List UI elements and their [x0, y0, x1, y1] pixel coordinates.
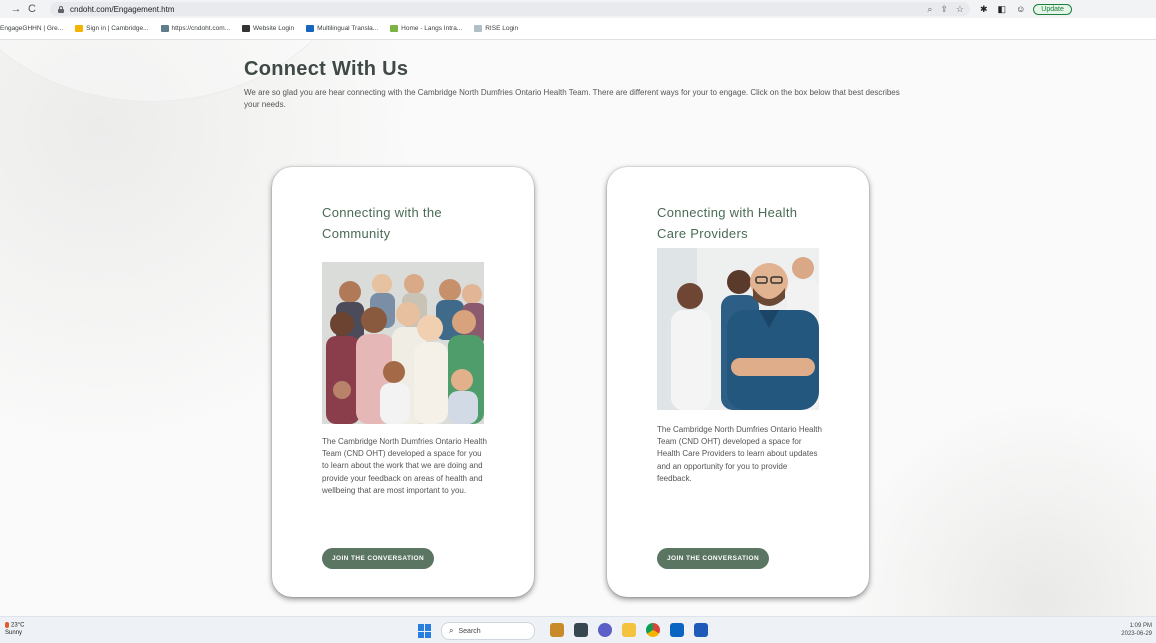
- profile-icon[interactable]: ☺: [1016, 4, 1025, 15]
- bookmark-label: EngageGHHN | Gre...: [0, 25, 64, 32]
- bookmark-item[interactable]: https://cndoht.com...: [160, 25, 231, 32]
- extensions-icon[interactable]: ✱: [980, 4, 988, 15]
- health-care-providers-photo: [657, 248, 819, 410]
- weather-text: Sunny: [5, 629, 23, 636]
- bookmark-label: Multilingual Transla...: [317, 25, 379, 32]
- bookmark-star-icon[interactable]: ☆: [956, 4, 964, 15]
- file-explorer-icon[interactable]: [622, 623, 636, 637]
- community-card: Connecting with the Community The Cambri…: [272, 167, 534, 597]
- search-icon: ⌕: [449, 626, 454, 635]
- bookmark-label: Website Login: [253, 25, 295, 32]
- bookmark-favicon-icon: [75, 25, 84, 32]
- temperature-text: 23°C: [11, 622, 25, 629]
- bookmark-favicon-icon: [306, 25, 315, 32]
- reload-icon[interactable]: C: [24, 3, 40, 15]
- bookmark-favicon-icon: [160, 25, 169, 32]
- outlook-icon[interactable]: [670, 623, 684, 637]
- weather-widget[interactable]: 23°C Sunny: [5, 622, 24, 637]
- chat-app-icon[interactable]: [598, 623, 612, 637]
- search-placeholder: Search: [458, 627, 481, 635]
- clock-date: 2023-06-29: [1121, 631, 1152, 637]
- page-title: Connect With Us: [244, 58, 409, 80]
- bookmark-item[interactable]: RISE Login: [474, 25, 518, 32]
- taskbar: 23°C Sunny ⌕ Search 1:09 PM 2023-06-29: [0, 616, 1156, 643]
- system-clock[interactable]: 1:09 PM 2023-06-29: [1121, 622, 1152, 638]
- card-title: Connecting with the Community: [322, 205, 442, 241]
- forward-icon[interactable]: →: [8, 3, 24, 15]
- lock-icon: [58, 6, 64, 13]
- bookmarks-bar: EngageGHHN | Gre... Sign in | Cambridge.…: [0, 18, 1156, 40]
- browser-toolbar: → C cndoht.com/Engagement.htm ⌕ ⇪ ☆ ✱ ◧ …: [0, 0, 1156, 18]
- share-icon[interactable]: ⇪: [940, 4, 948, 15]
- bookmark-label: Home - Langs Intra...: [401, 25, 463, 32]
- chrome-icon[interactable]: [646, 623, 660, 637]
- address-bar[interactable]: cndoht.com/Engagement.htm ⌕ ⇪ ☆: [50, 2, 970, 16]
- task-view-icon[interactable]: [574, 623, 588, 637]
- card-description: The Cambridge North Dumfries Ontario Hea…: [657, 425, 822, 483]
- zoom-icon[interactable]: ⌕: [927, 4, 932, 15]
- join-conversation-button[interactable]: JOIN THE CONVERSATION: [322, 548, 435, 569]
- bookmark-favicon-icon: [242, 25, 251, 32]
- bookmark-label: https://cndoht.com...: [171, 25, 231, 32]
- intro-text: We are so glad you are hear connecting w…: [244, 88, 900, 109]
- calendar-app-icon[interactable]: [694, 623, 708, 637]
- card-description: The Cambridge North Dumfries Ontario Hea…: [322, 437, 487, 495]
- start-windows-icon[interactable]: [418, 624, 432, 638]
- bookmark-favicon-icon: [474, 25, 483, 32]
- weather-icon: [5, 622, 9, 628]
- clock-time: 1:09 PM: [1129, 623, 1152, 629]
- join-conversation-button[interactable]: JOIN THE CONVERSATION: [657, 548, 770, 569]
- bookmark-item[interactable]: Sign in | Cambridge...: [75, 25, 149, 32]
- bookmark-item[interactable]: EngageGHHN | Gre...: [0, 25, 63, 32]
- bookmark-item[interactable]: Website Login: [242, 25, 294, 32]
- bookmark-item[interactable]: Multilingual Transla...: [306, 25, 378, 32]
- community-photo: [322, 262, 484, 424]
- bookmark-label: RISE Login: [485, 25, 519, 32]
- update-button[interactable]: Update: [1033, 3, 1072, 15]
- bookmark-label: Sign in | Cambridge...: [86, 25, 149, 32]
- bookmark-item[interactable]: Home - Langs Intra...: [390, 25, 462, 32]
- bookmark-favicon-icon: [390, 25, 399, 32]
- widgets-app-icon[interactable]: [550, 623, 564, 637]
- taskbar-search[interactable]: ⌕ Search: [441, 622, 535, 640]
- url-text: cndoht.com/Engagement.htm: [70, 4, 175, 14]
- card-title: Connecting with Health Care Providers: [657, 205, 798, 241]
- web-page: Connect With Us We are so glad you are h…: [0, 40, 1156, 616]
- side-panel-icon[interactable]: ◧: [998, 4, 1007, 15]
- providers-card: Connecting with Health Care Providers Th…: [607, 167, 869, 597]
